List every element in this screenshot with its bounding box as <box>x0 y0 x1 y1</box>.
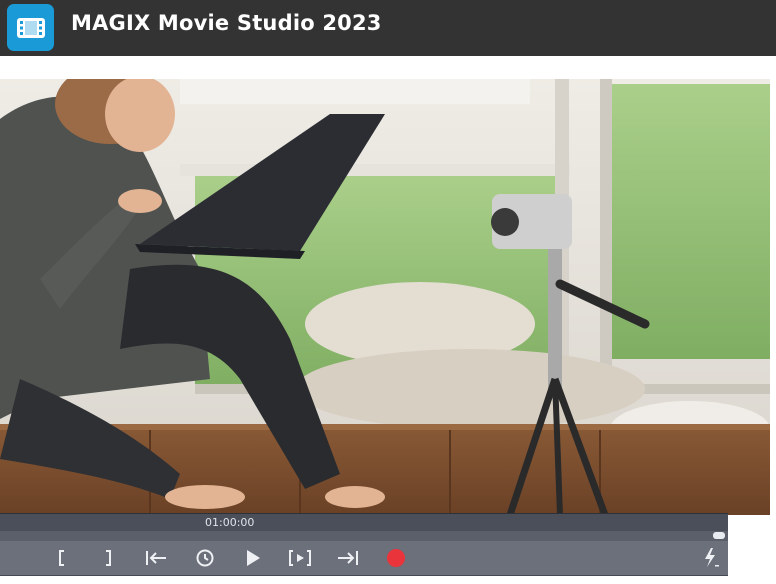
timecode-label: 01:00:00 <box>205 516 255 529</box>
timeline-ruler[interactable]: 01:00:00 <box>0 513 728 532</box>
loop-button[interactable] <box>193 547 217 569</box>
lightning-icon <box>705 548 719 567</box>
film-icon <box>7 4 54 51</box>
play-range-button[interactable] <box>287 547 313 569</box>
video-preview[interactable] <box>0 79 770 515</box>
play-button[interactable] <box>242 547 264 569</box>
go-to-start-button[interactable] <box>143 547 169 569</box>
app-title: MAGIX Movie Studio 2023 <box>71 11 382 35</box>
title-bar: MAGIX Movie Studio 2023 <box>0 0 776 56</box>
bracket-right-icon <box>106 550 111 566</box>
record-icon <box>387 549 405 567</box>
shuttle-button[interactable] <box>700 547 722 569</box>
play-icon <box>247 550 260 566</box>
arrow-to-end-icon <box>338 551 358 565</box>
transport-controls <box>0 541 728 576</box>
playhead-handle[interactable] <box>713 532 725 539</box>
loop-icon <box>196 549 214 567</box>
scrub-bar[interactable] <box>0 531 728 541</box>
record-button[interactable] <box>384 547 408 569</box>
mark-out-button[interactable] <box>98 547 118 569</box>
go-to-end-button[interactable] <box>335 547 361 569</box>
arrow-to-start-icon <box>146 551 166 565</box>
bracket-left-icon <box>59 550 64 566</box>
mark-in-button[interactable] <box>52 547 72 569</box>
play-range-icon <box>289 550 311 566</box>
